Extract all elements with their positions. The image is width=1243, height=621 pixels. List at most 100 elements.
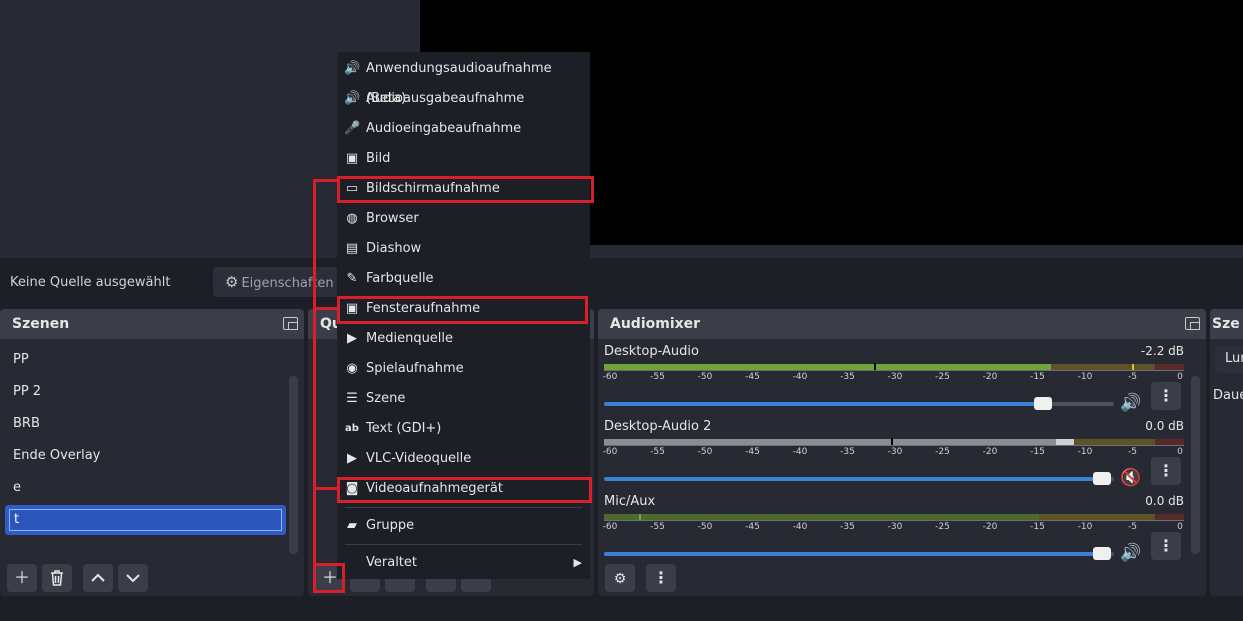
- mixer-dock-header: Audiomixer: [598, 309, 1206, 339]
- track-name: Mic/Aux: [604, 494, 656, 509]
- menu-item[interactable]: 🔊 Anwendungsaudioaufnahme (Beta): [337, 54, 590, 106]
- volume-slider-knob[interactable]: [1093, 547, 1111, 560]
- mixer-title: Audiomixer: [610, 316, 701, 332]
- menu-item[interactable]: ◍ Browser: [337, 204, 590, 234]
- annotation-connector-line: [313, 179, 338, 182]
- meter-tick-label: 0: [1177, 447, 1183, 457]
- meter-tick-label: -55: [650, 522, 665, 532]
- kebab-icon: ⋮: [653, 568, 669, 587]
- scenes-dock-header: Szenen: [0, 309, 304, 339]
- meter-tick-label: -30: [887, 522, 903, 532]
- menu-item-label: Gruppe: [366, 518, 415, 533]
- menu-item-label: Browser: [366, 211, 419, 226]
- scenes-dock: Szenen PP PP 2 BRB Ende Overlay e t ＋: [0, 309, 304, 596]
- meter-tick-label: -40: [792, 447, 808, 457]
- meter-scale: -60 -55 -50 -45 -40 -35 -30 -25 -20 -15 -10 -5 0: [603, 372, 1184, 388]
- meter-tick-label: -50: [697, 372, 713, 382]
- meter-tick-label: -35: [840, 447, 855, 457]
- undock-icon[interactable]: [283, 317, 298, 330]
- meter-tick-label: -20: [982, 372, 998, 382]
- scene-item[interactable]: Ende Overlay: [5, 440, 286, 472]
- annotation-connector-line: [313, 487, 338, 490]
- scene-item-selected[interactable]: t: [5, 505, 286, 535]
- properties-label: Eigenschaften: [241, 276, 334, 291]
- menu-item[interactable]: ▶ VLC-Videoquelle: [337, 444, 590, 474]
- gear-icon: ⚙: [225, 273, 239, 291]
- meter-tick-label: 0: [1177, 522, 1183, 532]
- volume-slider[interactable]: [604, 472, 1114, 485]
- meter-tick-label: -5: [1128, 372, 1137, 382]
- scenes-scrollbar[interactable]: [289, 376, 298, 554]
- meter-scale: -60 -55 -50 -45 -40 -35 -30 -25 -20 -15 -10 -5 0: [602, 522, 1184, 538]
- track-menu-button[interactable]: ⋮: [1151, 382, 1181, 410]
- meter-tick-label: -20: [982, 447, 998, 457]
- meter-tick-label: -60: [602, 447, 618, 457]
- menu-item-label: VLC-Videoquelle: [366, 451, 472, 466]
- move-scene-down-button[interactable]: [118, 564, 148, 592]
- meter-tick-label: -5: [1128, 447, 1137, 457]
- mixer-settings-button[interactable]: ⚙: [605, 564, 635, 592]
- track-menu-button[interactable]: ⋮: [1151, 532, 1181, 560]
- speaker-icon[interactable]: 🔊: [1120, 543, 1141, 563]
- mixer-menu-button[interactable]: ⋮: [646, 564, 676, 592]
- speaker-muted-icon[interactable]: 🔇: [1120, 468, 1141, 488]
- menu-item-label: Szene: [366, 391, 406, 406]
- remove-scene-button[interactable]: [42, 564, 72, 592]
- annotation-connector-line: [313, 179, 316, 591]
- meter-tick-label: -25: [935, 522, 950, 532]
- add-scene-button[interactable]: ＋: [7, 564, 37, 592]
- menu-item-deprecated[interactable]: Veraltet ▶: [337, 548, 590, 578]
- menu-item-label: Spielaufnahme: [366, 361, 464, 376]
- volume-slider-knob[interactable]: [1093, 472, 1111, 485]
- volume-slider-knob[interactable]: [1033, 397, 1052, 410]
- folder-icon: ▰: [347, 518, 357, 533]
- text-icon: ab: [345, 423, 359, 434]
- annotation-connector-line: [313, 307, 338, 310]
- meter-tick-label: 0: [1177, 372, 1183, 382]
- meter-tick-label: -40: [792, 522, 808, 532]
- scene-item[interactable]: PP: [5, 344, 286, 376]
- menu-item-label: Audioeingabeaufnahme: [366, 121, 522, 136]
- menu-item[interactable]: ◉ Spielaufnahme: [337, 354, 590, 384]
- menu-item[interactable]: ▶ Medienquelle: [337, 324, 590, 354]
- menu-item-label: Farbquelle: [366, 271, 434, 286]
- meter-tick-label: -60: [602, 522, 618, 532]
- transitions-title: Sze: [1212, 316, 1240, 332]
- meter-tick-label: -15: [1030, 372, 1045, 382]
- volume-slider[interactable]: [604, 397, 1114, 410]
- track-menu-button[interactable]: ⋮: [1151, 457, 1181, 485]
- menu-item[interactable]: ☰ Szene: [337, 384, 590, 414]
- menu-item-group[interactable]: ▰ Gruppe: [337, 511, 590, 541]
- volume-slider[interactable]: [604, 547, 1114, 560]
- scene-item[interactable]: e: [5, 472, 286, 504]
- meter-tick-label: -25: [935, 447, 950, 457]
- scene-item[interactable]: BRB: [5, 408, 286, 440]
- menu-item[interactable]: 🎤 Audioeingabeaufnahme: [337, 114, 590, 144]
- speaker-icon[interactable]: 🔊: [1120, 393, 1141, 413]
- mixer-scrollbar[interactable]: [1191, 376, 1200, 554]
- menu-item[interactable]: 🔊 Audioausgabeaufnahme: [337, 84, 590, 114]
- properties-button[interactable]: ⚙ Eigenschaften: [213, 267, 338, 297]
- scenes-title: Szenen: [12, 316, 70, 332]
- chevron-up-icon: [91, 573, 105, 582]
- menu-item[interactable]: ▤ Diashow: [337, 234, 590, 264]
- menu-item[interactable]: ▣ Bild: [337, 144, 590, 174]
- meter-scale: -60 -55 -50 -45 -40 -35 -30 -25 -20 -15 -10 -5 0: [602, 447, 1184, 463]
- meter-tick-label: -55: [650, 372, 665, 382]
- submenu-arrow-icon: ▶: [573, 556, 582, 569]
- scene-rename-input[interactable]: t: [9, 509, 282, 531]
- menu-item[interactable]: ab Text (GDI+): [337, 414, 590, 444]
- transitions-dock-header: Sze: [1210, 309, 1243, 339]
- volume-slider-fill: [604, 552, 1102, 556]
- meter-tick-label: -5: [1128, 522, 1137, 532]
- transition-select[interactable]: Lur: [1215, 345, 1243, 373]
- play-icon: ▶: [347, 331, 357, 346]
- volume-slider-fill: [604, 477, 1102, 481]
- scene-item[interactable]: PP 2: [5, 376, 286, 408]
- scene-list: PP PP 2 BRB Ende Overlay e t: [5, 344, 286, 535]
- undock-icon[interactable]: [1185, 317, 1200, 330]
- menu-item[interactable]: ✎ Farbquelle: [337, 264, 590, 294]
- move-scene-up-button[interactable]: [83, 564, 113, 592]
- kebab-icon: ⋮: [1158, 536, 1174, 555]
- meter-tick-label: -45: [745, 372, 760, 382]
